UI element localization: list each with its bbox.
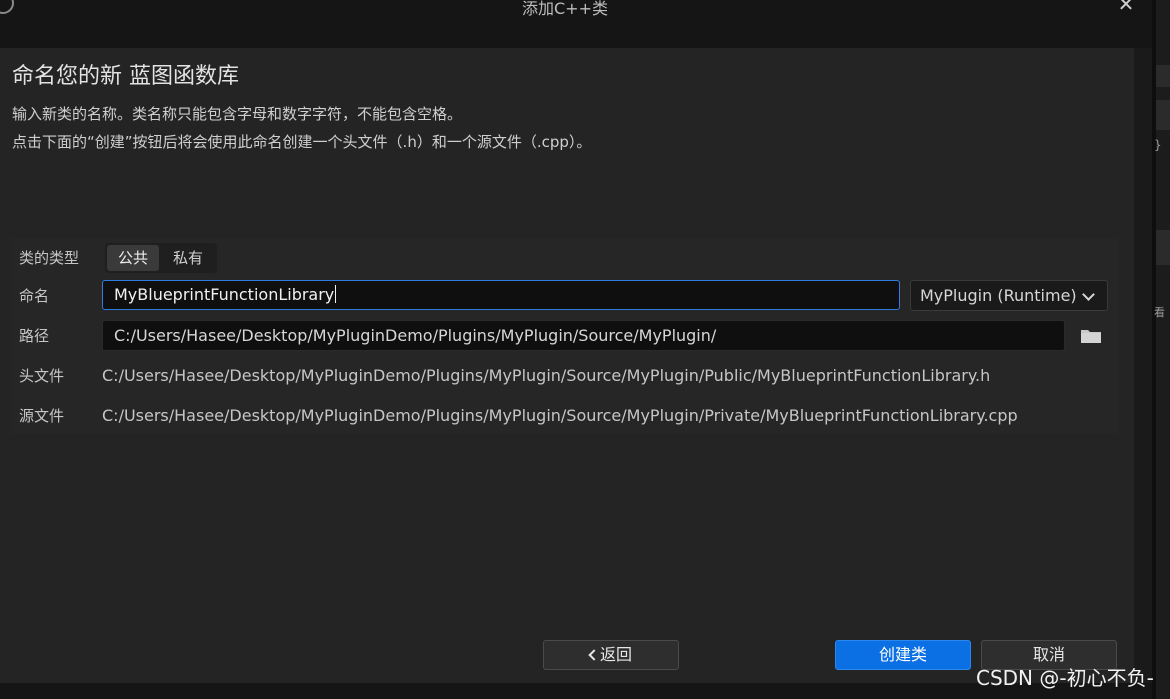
strip-segment	[1156, 230, 1170, 265]
name-label: 命名	[19, 287, 50, 305]
chevron-down-icon	[1082, 288, 1095, 301]
path-value: C:/Users/Hasee/Desktop/MyPluginDemo/Plug…	[114, 326, 717, 345]
module-select[interactable]: MyPlugin (Runtime)	[910, 280, 1108, 311]
strip-segment	[1156, 65, 1170, 87]
back-button[interactable]: 返回	[543, 640, 679, 670]
class-name-value: MyBlueprintFunctionLibrary	[114, 285, 335, 304]
class-type-label: 类的类型	[19, 249, 80, 267]
page-title: 命名您的新 蓝图函数库	[12, 64, 239, 89]
window-title: 添加C++类	[522, 0, 608, 18]
side-glyph: }	[1154, 138, 1162, 152]
folder-icon[interactable]	[1081, 329, 1101, 343]
background-app-strip	[1152, 0, 1170, 699]
panel-scrollbar-track	[1134, 48, 1152, 683]
header-file-label: 头文件	[19, 367, 65, 385]
title-bar[interactable]: 添加C++类 ✕	[0, 0, 1152, 48]
cancel-button-label: 取消	[1032, 645, 1065, 664]
create-class-button[interactable]: 创建类	[835, 640, 971, 670]
chevron-left-icon	[588, 649, 600, 661]
close-button[interactable]: ✕	[1114, 0, 1138, 14]
source-file-path: C:/Users/Hasee/Desktop/MyPluginDemo/Plug…	[102, 406, 1018, 425]
back-button-label: 返回	[599, 645, 632, 664]
class-type-toggle: 公共 私有	[105, 243, 217, 273]
source-file-label: 源文件	[19, 407, 65, 425]
path-label: 路径	[19, 327, 50, 345]
text-caret	[335, 285, 337, 303]
strip-segment	[1156, 100, 1170, 130]
module-select-value: MyPlugin (Runtime)	[920, 286, 1077, 305]
watermark: CSDN @-初心不负-	[976, 666, 1154, 690]
path-input[interactable]: C:/Users/Hasee/Desktop/MyPluginDemo/Plug…	[102, 320, 1065, 351]
header-file-path: C:/Users/Hasee/Desktop/MyPluginDemo/Plug…	[102, 366, 991, 385]
side-glyph: 看	[1154, 306, 1165, 319]
class-name-input[interactable]: MyBlueprintFunctionLibrary	[102, 280, 900, 310]
create-button-label: 创建类	[878, 645, 927, 664]
class-type-private[interactable]: 私有	[161, 245, 215, 271]
add-cpp-class-window: 添加C++类 ✕ } 看 命名您的新 蓝图函数库 输入新类的名称。类名称只能包含…	[0, 0, 1170, 699]
description-line-2: 点击下面的“创建”按钮后将会使用此命名创建一个头文件（.h）和一个源文件（.cp…	[12, 133, 592, 151]
class-type-public[interactable]: 公共	[107, 245, 159, 271]
description-line-1: 输入新类的名称。类名称只能包含字母和数字字符，不能包含空格。	[12, 105, 463, 123]
